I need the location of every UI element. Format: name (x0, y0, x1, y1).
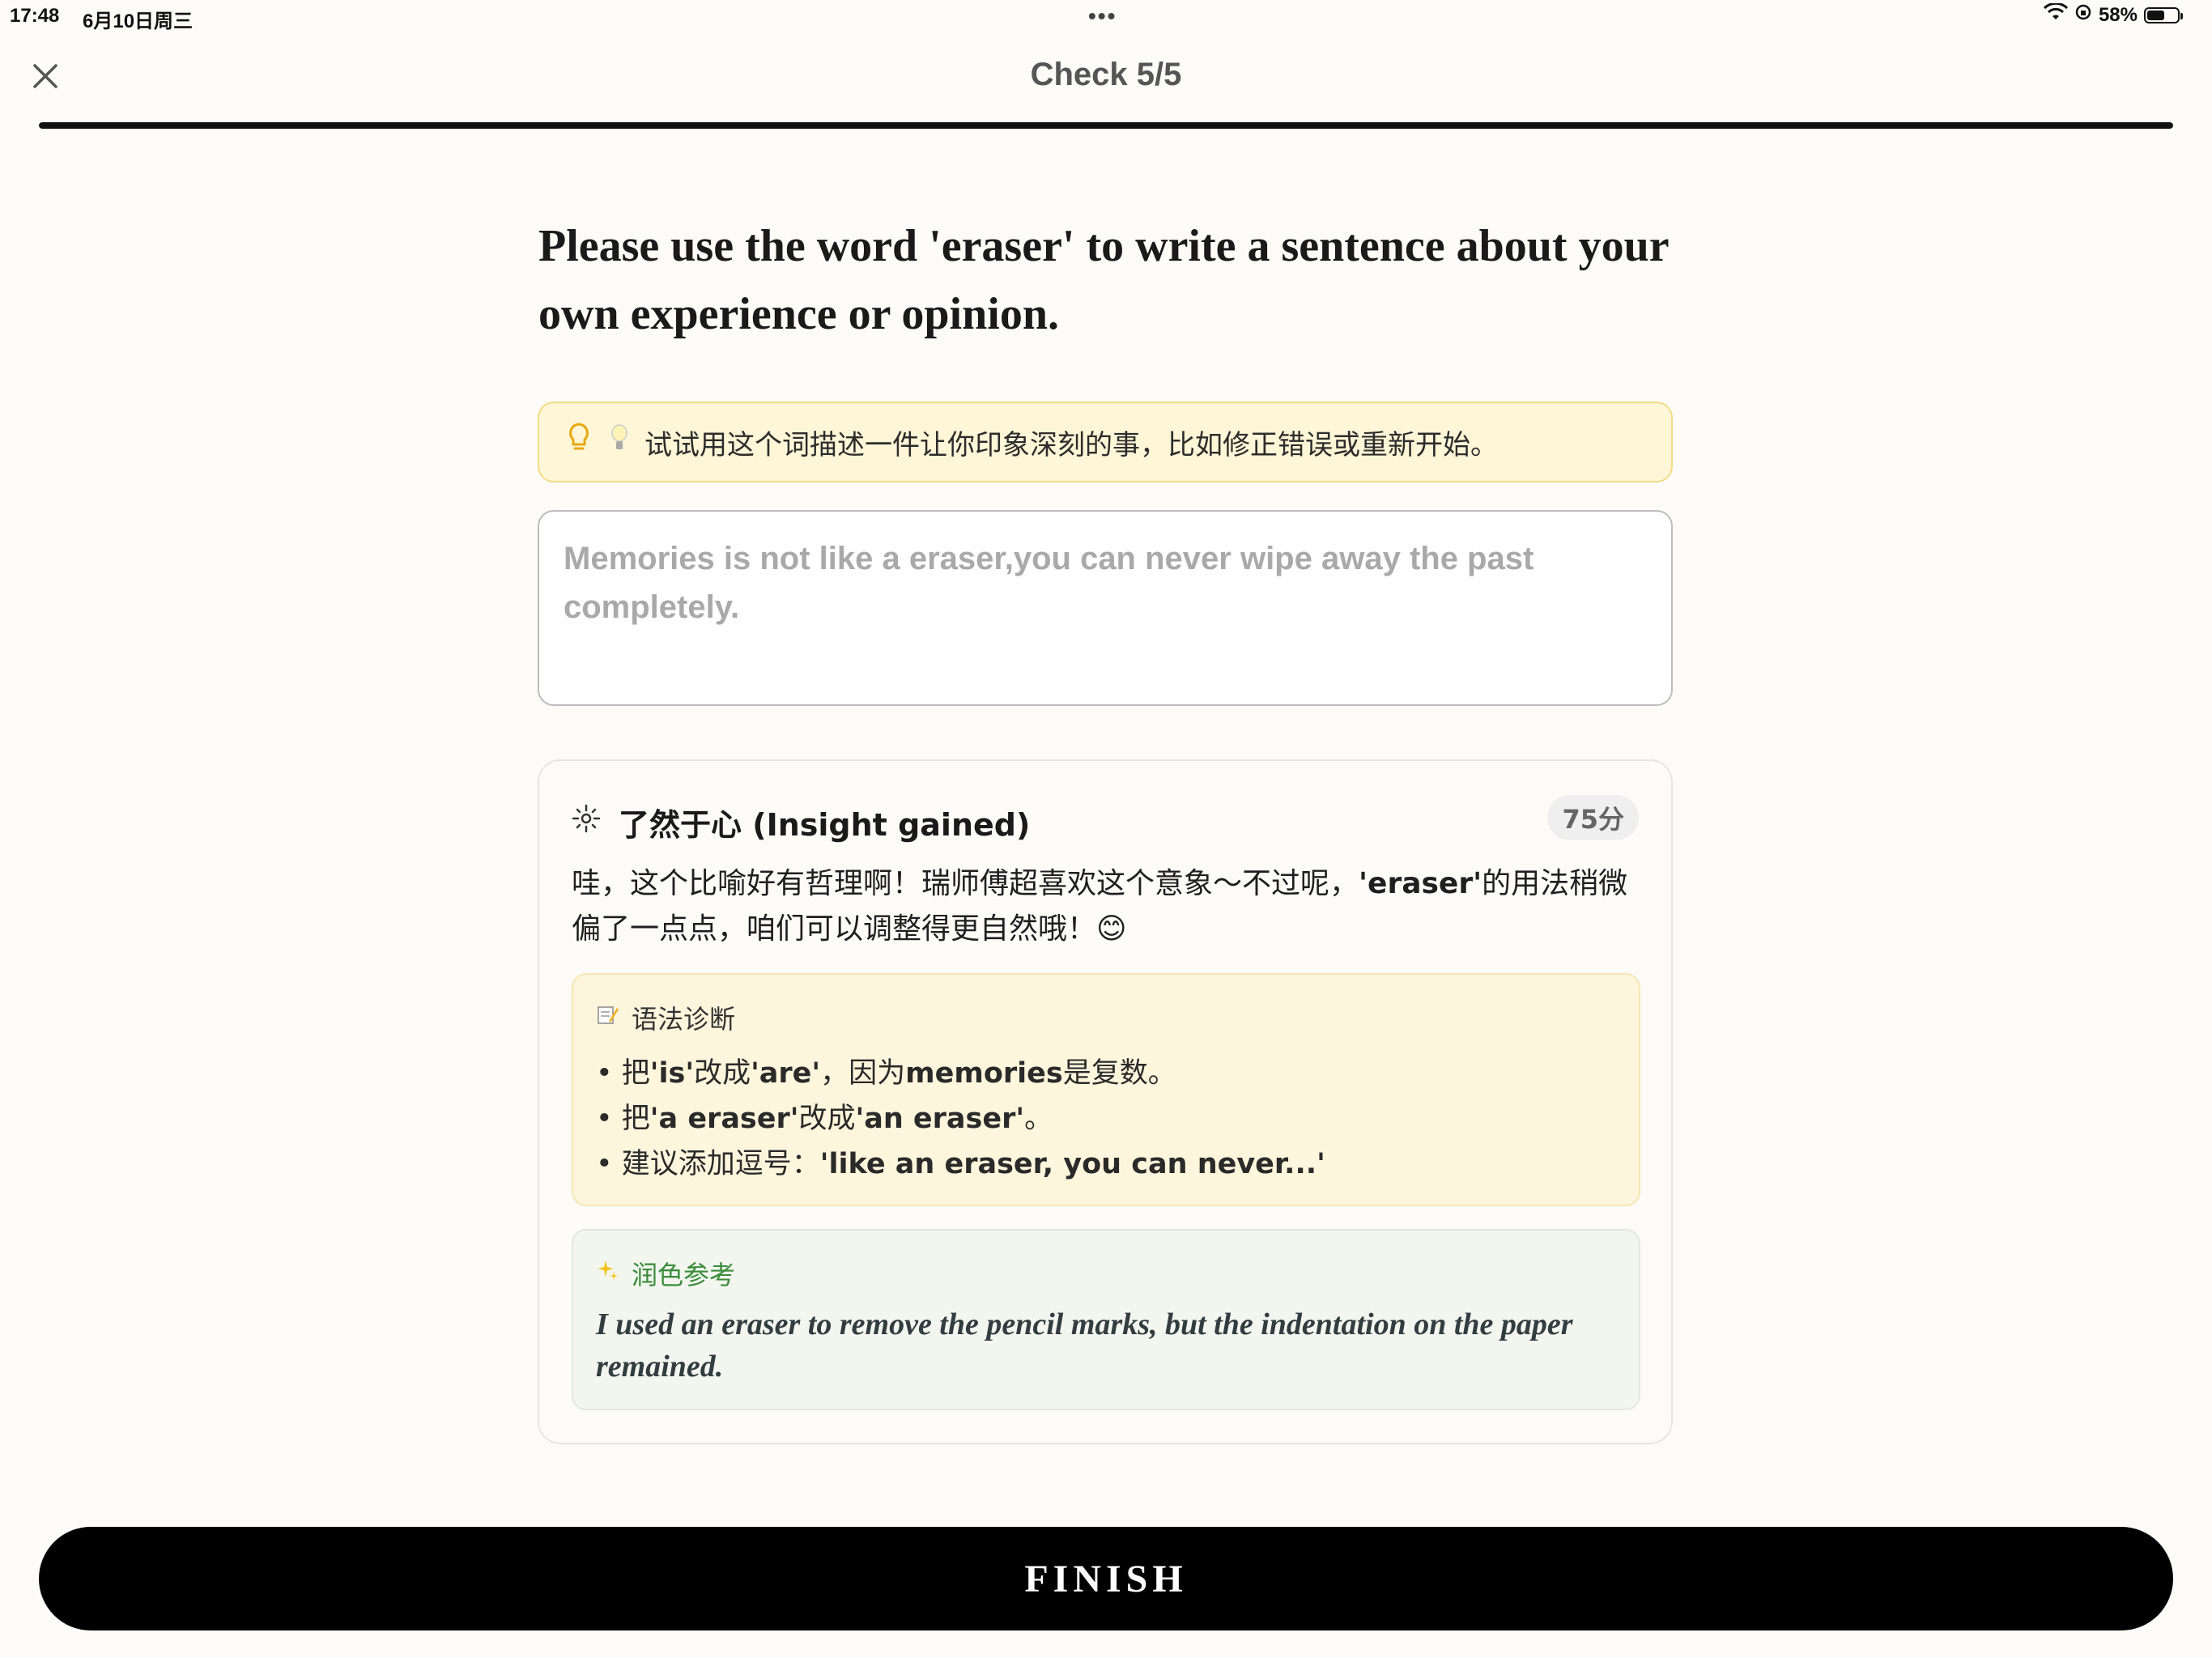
hint-text: 试试用这个词描述一件让你印象深刻的事，比如修正错误或重新开始。 (644, 428, 1498, 461)
status-time: 17:48 (10, 5, 60, 27)
grammar-highlight: memories (905, 1057, 1063, 1090)
grammar-text: 把 (621, 1057, 650, 1090)
lightbulb-emoji-icon (609, 423, 630, 461)
grammar-text: 是复数。 (1062, 1057, 1176, 1090)
feedback-header: 了然于心 (Insight gained) (572, 800, 1030, 844)
multitasking-dots[interactable]: ••• (1088, 3, 1117, 29)
progress-fill (39, 122, 2173, 129)
feedback-message-word: 'eraser' (1359, 867, 1482, 900)
insight-icon (572, 804, 601, 841)
grammar-text: 把 (621, 1103, 650, 1135)
status-date: 6月10日周三 (83, 11, 194, 32)
grammar-item-1: • 把'is'改成'are'，因为memories是复数。 (596, 1057, 1176, 1090)
lightbulb-icon (567, 422, 591, 462)
page-title: Check 5/5 (1030, 57, 1182, 92)
polish-sentence: I used an eraser to remove the pencil ma… (596, 1307, 1573, 1384)
progress-bar (39, 122, 2173, 129)
feedback-message: 哇，这个比喻好有哲理啊！瑞师傅超喜欢这个意象～不过呢，'eraser'的用法稍微… (572, 861, 1640, 952)
answer-input[interactable]: Memories is not like a eraser,you can ne… (538, 510, 1673, 706)
grammar-header: 语法诊断 (596, 999, 1616, 1036)
grammar-text: 。 (1024, 1103, 1053, 1135)
grammar-diagnosis: 语法诊断 • 把'is'改成'are'，因为memories是复数。 • 把'a… (572, 973, 1640, 1206)
memo-icon (596, 1003, 619, 1032)
grammar-text: 改成 (694, 1057, 751, 1090)
grammar-title: 语法诊断 (632, 1004, 736, 1035)
grammar-highlight: 'like an eraser, you can never...' (819, 1148, 1325, 1180)
finish-button[interactable]: FINISH (39, 1527, 2173, 1630)
grammar-text: ，因为 (820, 1057, 906, 1090)
battery-percent: 58% (2098, 3, 2138, 26)
status-right: 58% (2043, 2, 2183, 27)
grammar-text: 建议添加逗号： (621, 1148, 820, 1180)
battery-icon (2144, 6, 2183, 23)
grammar-item-3: • 建议添加逗号：'like an eraser, you can never.… (596, 1148, 1325, 1180)
feedback-title: 了然于心 (Insight gained) (619, 807, 1031, 843)
grammar-highlight: 'a eraser' (649, 1103, 799, 1135)
grammar-highlight: 'is' (649, 1057, 695, 1090)
polish-reference: 润色参考 I used an eraser to remove the penc… (572, 1229, 1640, 1410)
status-bar: 17:48 6月10日周三 ••• 58% (0, 0, 2212, 32)
polish-title: 润色参考 (632, 1260, 736, 1290)
grammar-highlight: 'an eraser' (855, 1103, 1025, 1135)
polish-header: 润色参考 (596, 1255, 1616, 1292)
feedback-card: 了然于心 (Insight gained) 75分 哇，这个比喻好有哲理啊！瑞师… (538, 759, 1673, 1444)
hint-box: 试试用这个词描述一件让你印象深刻的事，比如修正错误或重新开始。 (538, 402, 1673, 483)
orientation-lock-icon (2074, 3, 2092, 27)
battery-level (2147, 10, 2164, 20)
feedback-message-pre: 哇，这个比喻好有哲理啊！瑞师傅超喜欢这个意象～不过呢， (572, 867, 1359, 900)
battery-tip (2180, 12, 2183, 19)
grammar-text: 改成 (798, 1103, 856, 1135)
grammar-highlight: 'are' (751, 1057, 821, 1090)
sparkles-icon (596, 1259, 619, 1288)
score-badge: 75分 (1547, 795, 1639, 840)
grammar-item-2: • 把'a eraser'改成'an eraser'。 (596, 1103, 1053, 1135)
question-prompt: Please use the word 'eraser' to write a … (538, 221, 1669, 339)
wifi-icon (2043, 2, 2069, 27)
